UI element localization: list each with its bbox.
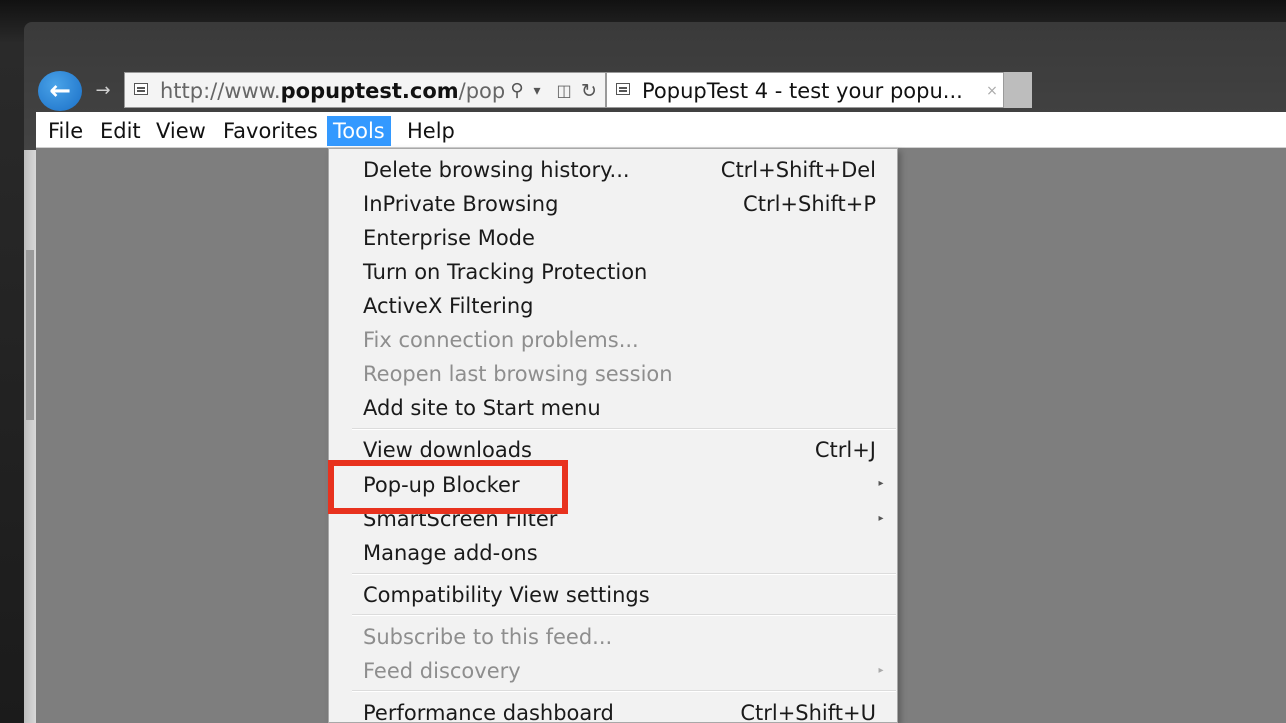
menu-item-delete-browsing-history[interactable]: Delete browsing history... — [363, 153, 630, 187]
submenu-arrow-icon: ▸ — [878, 478, 884, 489]
address-dropdown-icon[interactable]: ▾ — [530, 78, 544, 104]
menu-item-fix-connection-problems: Fix connection problems... — [363, 328, 639, 352]
menu-item-subscribe-feed: Subscribe to this feed... — [363, 625, 613, 649]
shortcut-delete-browsing-history: Ctrl+Shift+Del — [720, 158, 876, 182]
menu-item-manage-add-ons[interactable]: Manage add-ons — [363, 536, 538, 570]
menu-view[interactable]: View — [150, 116, 212, 146]
page-favicon-icon — [134, 83, 148, 95]
submenu-arrow-icon: ▸ — [878, 665, 884, 676]
menu-separator — [352, 614, 896, 616]
menu-tools[interactable]: Tools — [327, 116, 391, 146]
submenu-arrow-icon: ▸ — [878, 513, 884, 524]
menu-item-popup-blocker[interactable]: Pop-up Blocker — [363, 468, 520, 502]
menu-item-tracking-protection[interactable]: Turn on Tracking Protection — [363, 255, 647, 289]
menu-help[interactable]: Help — [401, 116, 461, 146]
menu-item-reopen-last-session: Reopen last browsing session — [363, 362, 673, 386]
search-icon[interactable]: ⚲ — [506, 78, 528, 104]
menu-favorites[interactable]: Favorites — [217, 116, 324, 146]
window-left-edge — [24, 150, 36, 723]
shortcut-inprivate-browsing: Ctrl+Shift+P — [743, 192, 876, 216]
url-domain: popuptest.com — [280, 79, 459, 103]
menu-item-add-site-to-start[interactable]: Add site to Start menu — [363, 391, 601, 425]
tab-close-icon[interactable]: × — [984, 80, 1000, 102]
url-prefix: http://www. — [160, 79, 281, 103]
window-left-scroll — [26, 250, 34, 420]
tab-title[interactable]: PopupTest 4 - test your popu... — [642, 77, 978, 105]
forward-button[interactable]: → — [90, 80, 116, 104]
compatibility-view-icon[interactable]: ◫ — [555, 78, 573, 104]
tab-favicon-icon — [616, 83, 630, 95]
menu-item-compatibility-view-settings[interactable]: Compatibility View settings — [363, 578, 650, 612]
menu-item-feed-discovery: Feed discovery — [363, 659, 521, 683]
menu-item-performance-dashboard[interactable]: Performance dashboard — [363, 696, 614, 723]
back-arrow-icon: ← — [49, 76, 71, 106]
menu-edit[interactable]: Edit — [94, 116, 147, 146]
back-button[interactable]: ← — [38, 71, 82, 111]
new-tab-button[interactable] — [1004, 72, 1032, 108]
forward-arrow-icon: → — [95, 80, 111, 101]
menu-item-inprivate-browsing[interactable]: InPrivate Browsing — [363, 187, 558, 221]
menu-separator — [352, 573, 896, 575]
menu-separator — [352, 428, 896, 430]
refresh-icon[interactable]: ↻ — [578, 78, 600, 104]
shortcut-performance-dashboard: Ctrl+Shift+U — [740, 701, 876, 723]
menu-file[interactable]: File — [42, 116, 89, 146]
shortcut-view-downloads: Ctrl+J — [814, 438, 876, 462]
menu-item-enterprise-mode[interactable]: Enterprise Mode — [363, 221, 535, 255]
menu-item-activex-filtering[interactable]: ActiveX Filtering — [363, 289, 534, 323]
address-url[interactable]: http://www.popuptest.com/popu — [160, 77, 504, 105]
url-suffix: /popu — [458, 79, 504, 103]
menu-separator — [352, 690, 896, 692]
